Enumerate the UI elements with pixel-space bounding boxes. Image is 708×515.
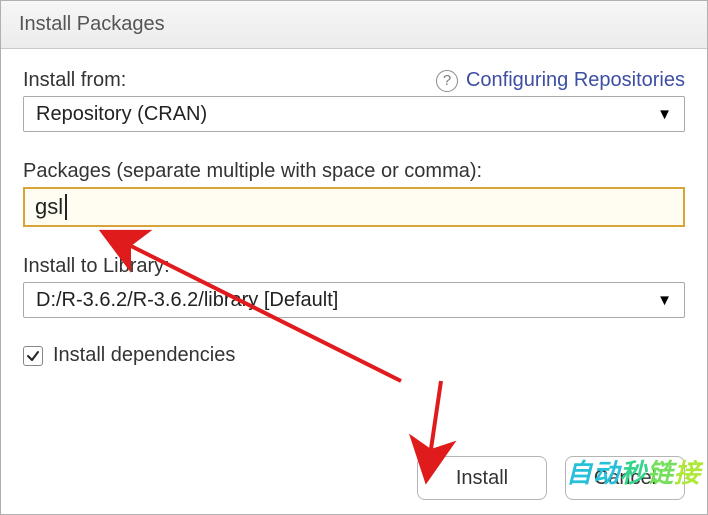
packages-label: Packages (separate multiple with space o… [23,160,482,183]
install-dependencies-row[interactable]: Install dependencies [23,344,685,367]
install-button-label: Install [456,467,508,490]
dialog-content: Install from: ? Configuring Repositories… [1,49,707,377]
packages-row: Packages (separate multiple with space o… [23,160,685,183]
install-to-select[interactable]: D:/R-3.6.2/R-3.6.2/library [Default] ▼ [23,282,685,318]
install-dependencies-label: Install dependencies [53,344,235,367]
chevron-down-icon: ▼ [657,106,672,123]
text-cursor [65,194,67,220]
dialog-titlebar: Install Packages [1,1,707,49]
dialog-footer: Install Cancel [417,456,685,500]
configuring-repositories-text: Configuring Repositories [466,69,685,92]
install-from-label: Install from: [23,69,126,92]
install-to-label: Install to Library: [23,255,170,278]
install-to-value: D:/R-3.6.2/R-3.6.2/library [Default] [36,289,338,312]
check-icon [26,349,40,363]
cancel-button-label: Cancel [594,467,656,490]
install-button[interactable]: Install [417,456,547,500]
help-icon: ? [436,70,458,92]
configuring-repositories-link[interactable]: ? Configuring Repositories [436,69,685,92]
cancel-button[interactable]: Cancel [565,456,685,500]
install-from-select[interactable]: Repository (CRAN) ▼ [23,96,685,132]
install-from-value: Repository (CRAN) [36,103,207,126]
chevron-down-icon: ▼ [657,292,672,309]
packages-input[interactable]: gsl [23,187,685,227]
install-dependencies-checkbox[interactable] [23,346,43,366]
install-from-row: Install from: ? Configuring Repositories [23,69,685,92]
dialog-title: Install Packages [19,13,165,36]
packages-value: gsl [35,194,63,220]
install-packages-dialog: Install Packages Install from: ? Configu… [0,0,708,515]
install-to-row: Install to Library: [23,255,685,278]
